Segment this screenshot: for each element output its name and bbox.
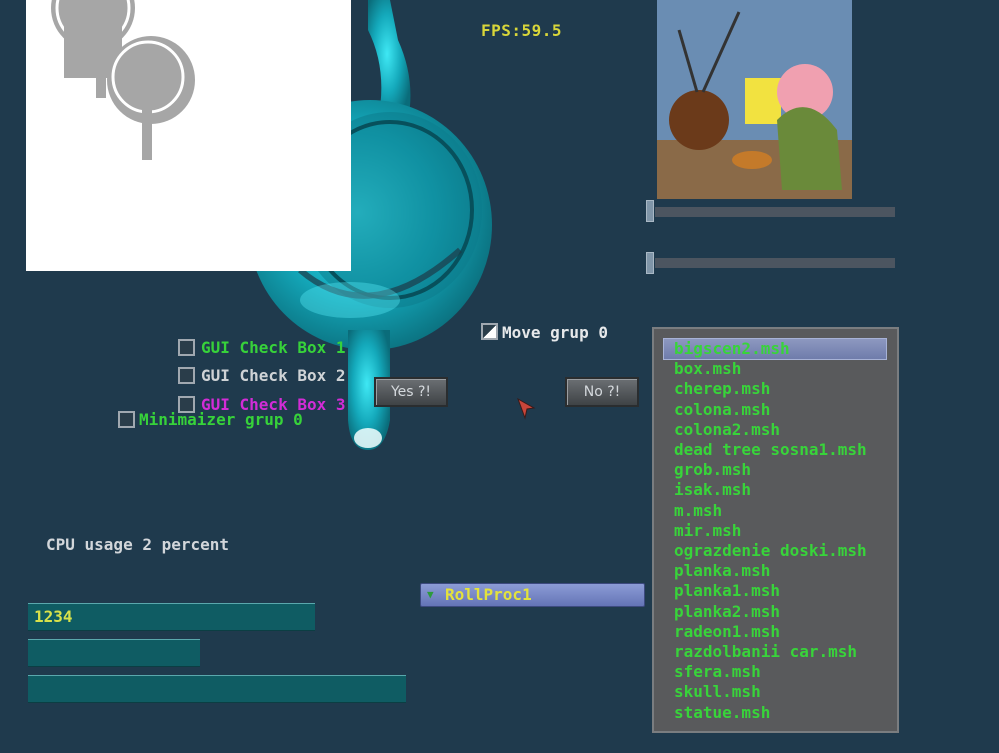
list-item[interactable]: sfera.msh bbox=[674, 662, 761, 681]
text-field-1[interactable]: 1234 bbox=[28, 603, 315, 631]
check-box-1-label: GUI Check Box 1 bbox=[201, 338, 346, 357]
yes-button[interactable]: Yes ?! bbox=[374, 377, 448, 407]
list-item[interactable]: colona.msh bbox=[674, 400, 770, 419]
list-item[interactable]: planka2.msh bbox=[674, 602, 780, 621]
mesh-file-list[interactable]: bigscen2.msh box.msh cherep.msh colona.msh c… bbox=[652, 327, 899, 733]
fps-counter: FPS:59.5 bbox=[481, 21, 563, 40]
scrollbar-track-2[interactable] bbox=[655, 258, 895, 268]
list-item[interactable]: m.msh bbox=[674, 501, 722, 520]
check-box-2[interactable] bbox=[178, 367, 195, 384]
list-item[interactable]: isak.msh bbox=[674, 480, 751, 499]
list-item[interactable]: statue.msh bbox=[674, 703, 770, 722]
list-item[interactable]: dead tree sosna1.msh bbox=[674, 440, 867, 459]
move-group-label: Move grup 0 bbox=[502, 323, 608, 342]
list-item[interactable]: grob.msh bbox=[674, 460, 751, 479]
list-item[interactable]: cherep.msh bbox=[674, 379, 770, 398]
list-item[interactable]: box.msh bbox=[674, 359, 741, 378]
list-item[interactable]: skull.msh bbox=[674, 682, 761, 701]
drip-shapes-graphic bbox=[51, 0, 195, 160]
rollproc-combo-box[interactable]: ▼ RollProc1 bbox=[420, 583, 645, 607]
no-button[interactable]: No ?! bbox=[565, 377, 639, 407]
text-field-3[interactable] bbox=[28, 675, 406, 703]
check-box-1[interactable] bbox=[178, 339, 195, 356]
check-box-2-label: GUI Check Box 2 bbox=[201, 366, 346, 385]
combo-selected-value: RollProc1 bbox=[445, 585, 532, 604]
move-group-checkbox[interactable] bbox=[481, 323, 498, 340]
scrollbar-thumb-1[interactable] bbox=[646, 200, 654, 222]
list-item[interactable]: bigscen2.msh bbox=[674, 339, 790, 358]
mouse-cursor-icon bbox=[517, 398, 536, 420]
list-item[interactable]: radeon1.msh bbox=[674, 622, 780, 641]
minimizer-label: Minimaizer grup 0 bbox=[139, 410, 303, 429]
list-item[interactable]: ograzdenie doski.msh bbox=[674, 541, 867, 560]
list-item[interactable]: mir.msh bbox=[674, 521, 741, 540]
list-item[interactable]: planka.msh bbox=[674, 561, 770, 580]
cartoon-image bbox=[657, 0, 852, 199]
minimizer-checkbox[interactable] bbox=[118, 411, 135, 428]
render-preview-panel bbox=[26, 0, 351, 271]
scrollbar-track-1[interactable] bbox=[655, 207, 895, 217]
list-item[interactable]: colona2.msh bbox=[674, 420, 780, 439]
cpu-usage-label: CPU usage 2 percent bbox=[46, 535, 230, 554]
list-item[interactable]: razdolbanii car.msh bbox=[674, 642, 857, 661]
dropdown-arrow-icon[interactable]: ▼ bbox=[427, 588, 434, 601]
list-item[interactable]: planka1.msh bbox=[674, 581, 780, 600]
text-field-2[interactable] bbox=[28, 639, 200, 667]
scrollbar-thumb-2[interactable] bbox=[646, 252, 654, 274]
